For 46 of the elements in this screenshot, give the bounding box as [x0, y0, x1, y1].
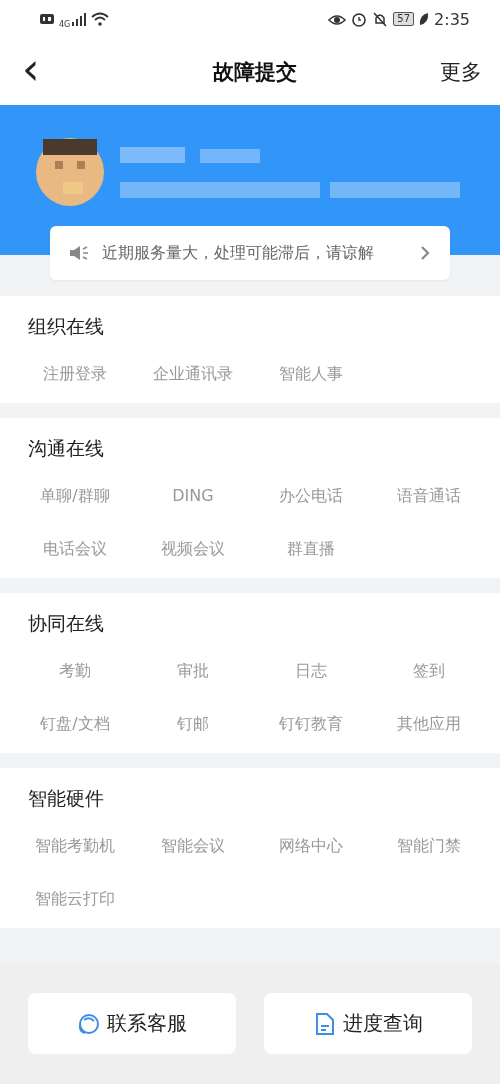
feature-link[interactable]: DING	[172, 486, 214, 507]
page-title: 故障提交	[212, 58, 297, 86]
feature-link[interactable]: 智能云打印	[35, 889, 115, 910]
section-title: 组织在线	[27, 314, 105, 339]
feature-link[interactable]: 智能会议	[161, 836, 225, 857]
feature-link[interactable]: 考勤	[59, 661, 91, 682]
feature-link[interactable]: 企业通讯录	[153, 364, 233, 385]
megaphone-icon	[68, 244, 90, 262]
feature-link[interactable]: 智能考勤机	[35, 836, 115, 857]
feature-link[interactable]: 办公电话	[279, 486, 343, 507]
feature-link[interactable]: 视频会议	[161, 539, 225, 560]
feature-link[interactable]: 审批	[177, 661, 209, 682]
more-button[interactable]: 更多	[440, 57, 482, 86]
feature-link[interactable]: 钉钉教育	[279, 714, 343, 735]
section-title: 协同在线	[27, 611, 105, 636]
leaf-icon	[419, 12, 430, 26]
feature-link[interactable]: 智能门禁	[397, 836, 461, 857]
feature-link[interactable]: 日志	[295, 661, 327, 682]
bottom-button[interactable]: 联系客服	[28, 993, 236, 1054]
feature-link[interactable]: 签到	[413, 661, 445, 682]
feature-link[interactable]: 语音通话	[397, 486, 461, 507]
feature-link[interactable]: 智能人事	[279, 364, 343, 385]
feature-link[interactable]: 单聊/群聊	[40, 486, 110, 507]
bottom-button[interactable]: 进度查询	[264, 993, 472, 1054]
feature-link[interactable]: 钉盘/文档	[40, 714, 110, 735]
feature-link[interactable]: 电话会议	[43, 539, 107, 560]
notice-bar[interactable]: 近期服务量大，处理可能滞后，请谅解	[50, 226, 450, 280]
battery-indicator: 57	[393, 12, 415, 26]
chevron-right-icon	[420, 245, 430, 261]
network-label: 4G	[59, 19, 71, 29]
notice-text: 近期服务量大，处理可能滞后，请谅解	[102, 242, 375, 264]
signal-icon	[72, 12, 87, 26]
alarm-icon	[351, 11, 368, 27]
document-icon	[313, 1011, 337, 1036]
clock-time: 2:35	[434, 9, 470, 29]
section-title: 沟通在线	[27, 436, 105, 461]
hd-icon	[40, 14, 54, 24]
feature-link[interactable]: 群直播	[287, 539, 335, 560]
wifi-icon	[91, 12, 110, 26]
feature-link[interactable]: 网络中心	[279, 836, 343, 857]
feature-link[interactable]: 钉邮	[177, 714, 209, 735]
back-button[interactable]: ‹	[22, 46, 40, 97]
feature-link[interactable]: 其他应用	[397, 714, 461, 735]
eye-icon	[328, 12, 347, 26]
feature-link[interactable]: 注册登录	[43, 364, 107, 385]
section-title: 智能硬件	[27, 786, 105, 811]
